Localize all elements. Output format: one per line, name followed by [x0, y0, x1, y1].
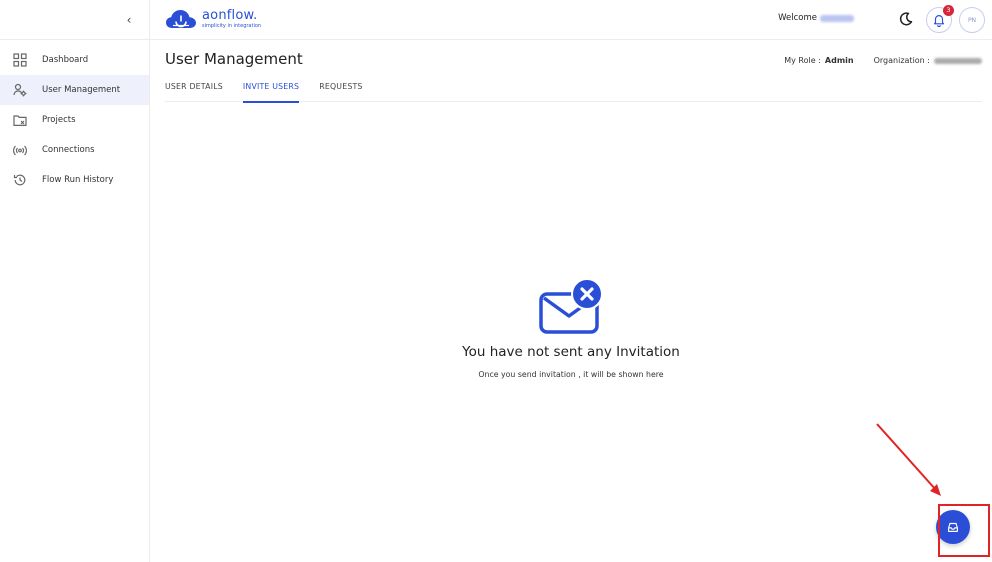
organization-label: Organization : [873, 56, 930, 65]
empty-state-subtitle: Once you send invitation , it will be sh… [478, 370, 664, 379]
sidebar-item-label: Dashboard [42, 55, 89, 65]
app-logo[interactable]: aonflow. simplicity in integration [164, 6, 261, 32]
notification-badge: 3 [943, 5, 954, 16]
sidebar-item-projects[interactable]: Projects [0, 105, 149, 135]
role-organization-info: My Role : Admin Organization : [784, 56, 982, 65]
signal-icon [12, 142, 28, 158]
sidebar-header: ‹ [0, 0, 149, 40]
logo-name: aonflow. [202, 8, 258, 23]
theme-toggle-button[interactable] [898, 11, 914, 27]
sidebar: ‹ Dashboard User Management Projects Con… [0, 0, 150, 562]
avatar[interactable]: PN [959, 7, 985, 33]
sidebar-item-user-management[interactable]: User Management [0, 75, 149, 105]
empty-state: You have not sent any Invitation Once yo… [150, 278, 992, 379]
organization-value-redacted [934, 57, 982, 64]
sidebar-nav: Dashboard User Management Projects Conne… [0, 40, 149, 195]
sidebar-item-dashboard[interactable]: Dashboard [0, 45, 149, 75]
inbox-icon [948, 522, 958, 532]
top-header: aonflow. simplicity in integration Welco… [150, 0, 992, 40]
grid-icon [12, 52, 28, 68]
welcome-text: Welcome [778, 13, 854, 23]
moon-icon [899, 12, 913, 26]
cloud-logo-icon [166, 10, 196, 28]
tab-requests[interactable]: REQUESTS [319, 76, 362, 102]
sidebar-item-flow-run-history[interactable]: Flow Run History [0, 165, 149, 195]
user-name-redacted [820, 14, 854, 22]
tab-user-details[interactable]: USER DETAILS [165, 76, 223, 102]
page-title: User Management [165, 50, 303, 68]
sidebar-item-label: Connections [42, 145, 95, 155]
collapse-sidebar-button[interactable]: ‹ [121, 12, 137, 28]
users-gear-icon [12, 82, 28, 98]
empty-state-title: You have not sent any Invitation [462, 344, 680, 360]
tab-bar: USER DETAILS INVITE USERS REQUESTS [165, 76, 982, 103]
welcome-label: Welcome [778, 13, 817, 23]
role-value: Admin [824, 56, 854, 65]
role-label: My Role : [784, 56, 821, 65]
folder-icon [12, 112, 28, 128]
mail-error-icon [539, 278, 603, 334]
history-icon [12, 172, 28, 188]
sidebar-item-label: User Management [42, 85, 121, 95]
sidebar-item-label: Flow Run History [42, 175, 114, 185]
sidebar-item-label: Projects [42, 115, 76, 125]
invite-user-fab-button[interactable] [936, 510, 970, 544]
notifications-button[interactable]: 3 [926, 5, 954, 33]
main-content: User Management My Role : Admin Organiza… [150, 40, 992, 562]
sidebar-item-connections[interactable]: Connections [0, 135, 149, 165]
tab-invite-users[interactable]: INVITE USERS [242, 76, 300, 103]
bell-icon [933, 15, 945, 27]
logo-tagline: simplicity in integration [202, 23, 262, 29]
